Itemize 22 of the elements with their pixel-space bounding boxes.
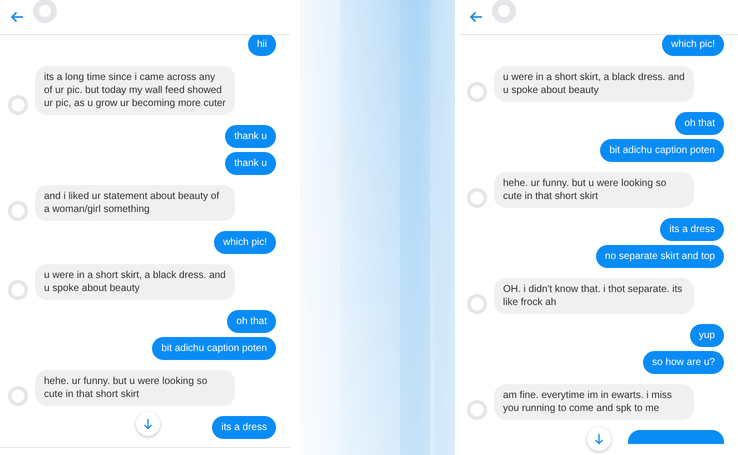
sent-message: its a dress (212, 416, 276, 439)
sent-message: bit adichu caption poten (152, 337, 276, 360)
received-message: its a long time since i came across any of ur pic. but today my wall feed showed ur pic, as u grow ur becoming more cuter (35, 66, 235, 115)
sent-message: no separate skirt and top (596, 245, 724, 268)
sent-message: oh that (227, 310, 276, 333)
received-message: hehe. ur funny. but u were looking so cute in that short skirt (35, 370, 235, 406)
sent-message: thank u (225, 125, 276, 148)
sent-message: yup (690, 324, 724, 347)
received-message: and i liked ur statement about beauty of a woman/girl something (35, 185, 235, 221)
received-message: OH. i didn't know that. i thot separate. its like frock ah (494, 278, 694, 314)
received-message: u were in a short skirt, a black dress. and u spoke about beauty (35, 264, 235, 300)
received-message: u were in a short skirt, a black dress. and u spoke about beauty (494, 66, 694, 102)
sent-message: hii (248, 35, 276, 56)
sent-message: oh that (675, 112, 724, 135)
received-message: am fine. everytime im in ewarts. i miss you running to come and spk to me (494, 384, 694, 420)
sent-message: thank u (225, 152, 276, 175)
received-message: hehe. ur funny. but u were looking so cute in that short skirt (494, 172, 694, 208)
sent-message: bit adichu caption poten (600, 139, 724, 162)
sent-message: so how are u? (643, 351, 724, 374)
sent-message: its a dress (660, 218, 724, 241)
sent-message: which pic! (214, 231, 276, 254)
sent-message: which pic! (662, 35, 724, 56)
